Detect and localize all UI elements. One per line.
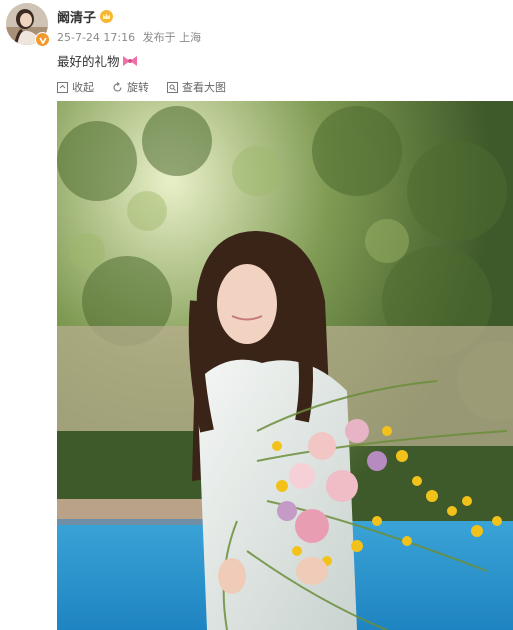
- magnify-icon: [167, 81, 178, 93]
- view-large-label: 查看大图: [182, 81, 226, 94]
- rotate-label: 旋转: [127, 81, 149, 94]
- post-photo[interactable]: [57, 101, 513, 630]
- pink-bow-icon: [122, 55, 137, 66]
- weibo-post: 阚清子 25-7-24 17:16 发布于 上海 最好的礼物 收起 旋转 查看大…: [0, 0, 513, 630]
- verified-badge-icon: [35, 32, 50, 47]
- collapse-label: 收起: [72, 81, 94, 94]
- post-timestamp[interactable]: 25-7-24 17:16: [57, 31, 135, 44]
- post-source: 发布于 上海: [142, 31, 202, 44]
- post-text-content: 最好的礼物: [57, 54, 120, 69]
- post-text: 最好的礼物: [57, 51, 138, 70]
- collapse-icon: [57, 81, 68, 93]
- photo-image: [57, 101, 513, 630]
- rotate-button[interactable]: 旋转: [112, 79, 149, 95]
- avatar[interactable]: [6, 3, 50, 47]
- username[interactable]: 阚清子: [57, 7, 96, 26]
- crown-icon[interactable]: [100, 9, 114, 23]
- view-large-button[interactable]: 查看大图: [167, 79, 226, 95]
- post-meta: 25-7-24 17:16 发布于 上海: [57, 29, 205, 45]
- username-row: 阚清子: [57, 7, 114, 26]
- image-toolbar: 收起 旋转 查看大图: [57, 79, 244, 95]
- collapse-button[interactable]: 收起: [57, 79, 94, 95]
- rotate-icon: [113, 81, 122, 92]
